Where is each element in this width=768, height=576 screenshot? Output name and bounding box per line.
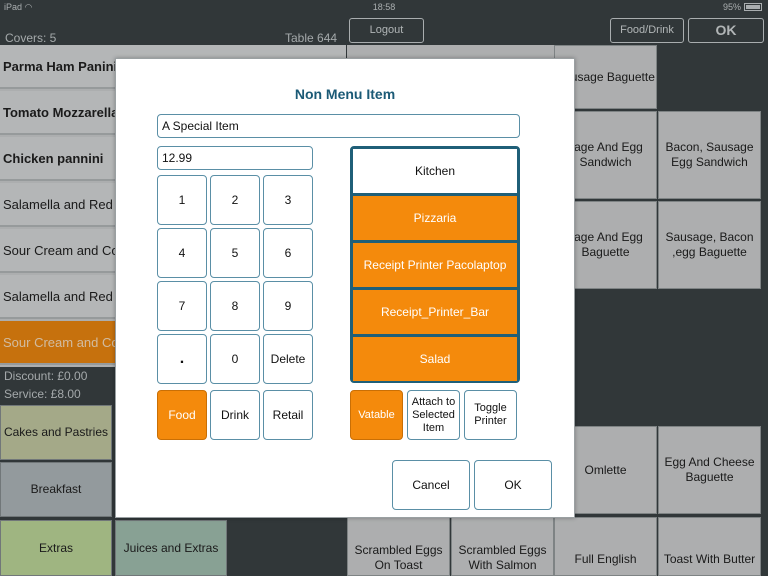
- attach-to-selected-button[interactable]: Attach to Selected Item: [407, 390, 460, 440]
- dialog-title: Non Menu Item: [294, 86, 396, 102]
- type-drink-button[interactable]: Drink: [210, 390, 260, 440]
- non-menu-item-dialog: Non Menu Item A Special Item 12.99 1 2 3…: [115, 58, 575, 518]
- printer-pizzaria[interactable]: Pizzaria: [353, 196, 517, 240]
- item-price-input[interactable]: 12.99: [157, 146, 313, 170]
- keypad-6[interactable]: 6: [263, 228, 313, 278]
- toggle-printer-button[interactable]: Toggle Printer: [464, 390, 517, 440]
- keypad-0[interactable]: 0: [210, 334, 260, 384]
- keypad-5[interactable]: 5: [210, 228, 260, 278]
- keypad-3[interactable]: 3: [263, 175, 313, 225]
- keypad-2[interactable]: 2: [210, 175, 260, 225]
- keypad-7[interactable]: 7: [157, 281, 207, 331]
- printer-receipt-bar[interactable]: Receipt_Printer_Bar: [353, 290, 517, 334]
- printer-salad[interactable]: Salad: [353, 337, 517, 381]
- printer-kitchen[interactable]: Kitchen: [353, 149, 517, 193]
- type-retail-button[interactable]: Retail: [263, 390, 313, 440]
- keypad-delete[interactable]: Delete: [263, 334, 313, 384]
- keypad-1[interactable]: 1: [157, 175, 207, 225]
- printer-list: Kitchen Pizzaria Receipt Printer Pacolap…: [350, 146, 520, 383]
- item-description-input[interactable]: A Special Item: [157, 114, 520, 138]
- keypad-decimal[interactable]: .: [157, 334, 207, 384]
- printer-receipt-pacolaptop[interactable]: Receipt Printer Pacolaptop: [353, 243, 517, 287]
- keypad-4[interactable]: 4: [157, 228, 207, 278]
- vatable-toggle[interactable]: Vatable: [350, 390, 403, 440]
- keypad-8[interactable]: 8: [210, 281, 260, 331]
- keypad-9[interactable]: 9: [263, 281, 313, 331]
- type-food-button[interactable]: Food: [157, 390, 207, 440]
- dialog-ok-button[interactable]: OK: [474, 460, 552, 510]
- cancel-button[interactable]: Cancel: [392, 460, 470, 510]
